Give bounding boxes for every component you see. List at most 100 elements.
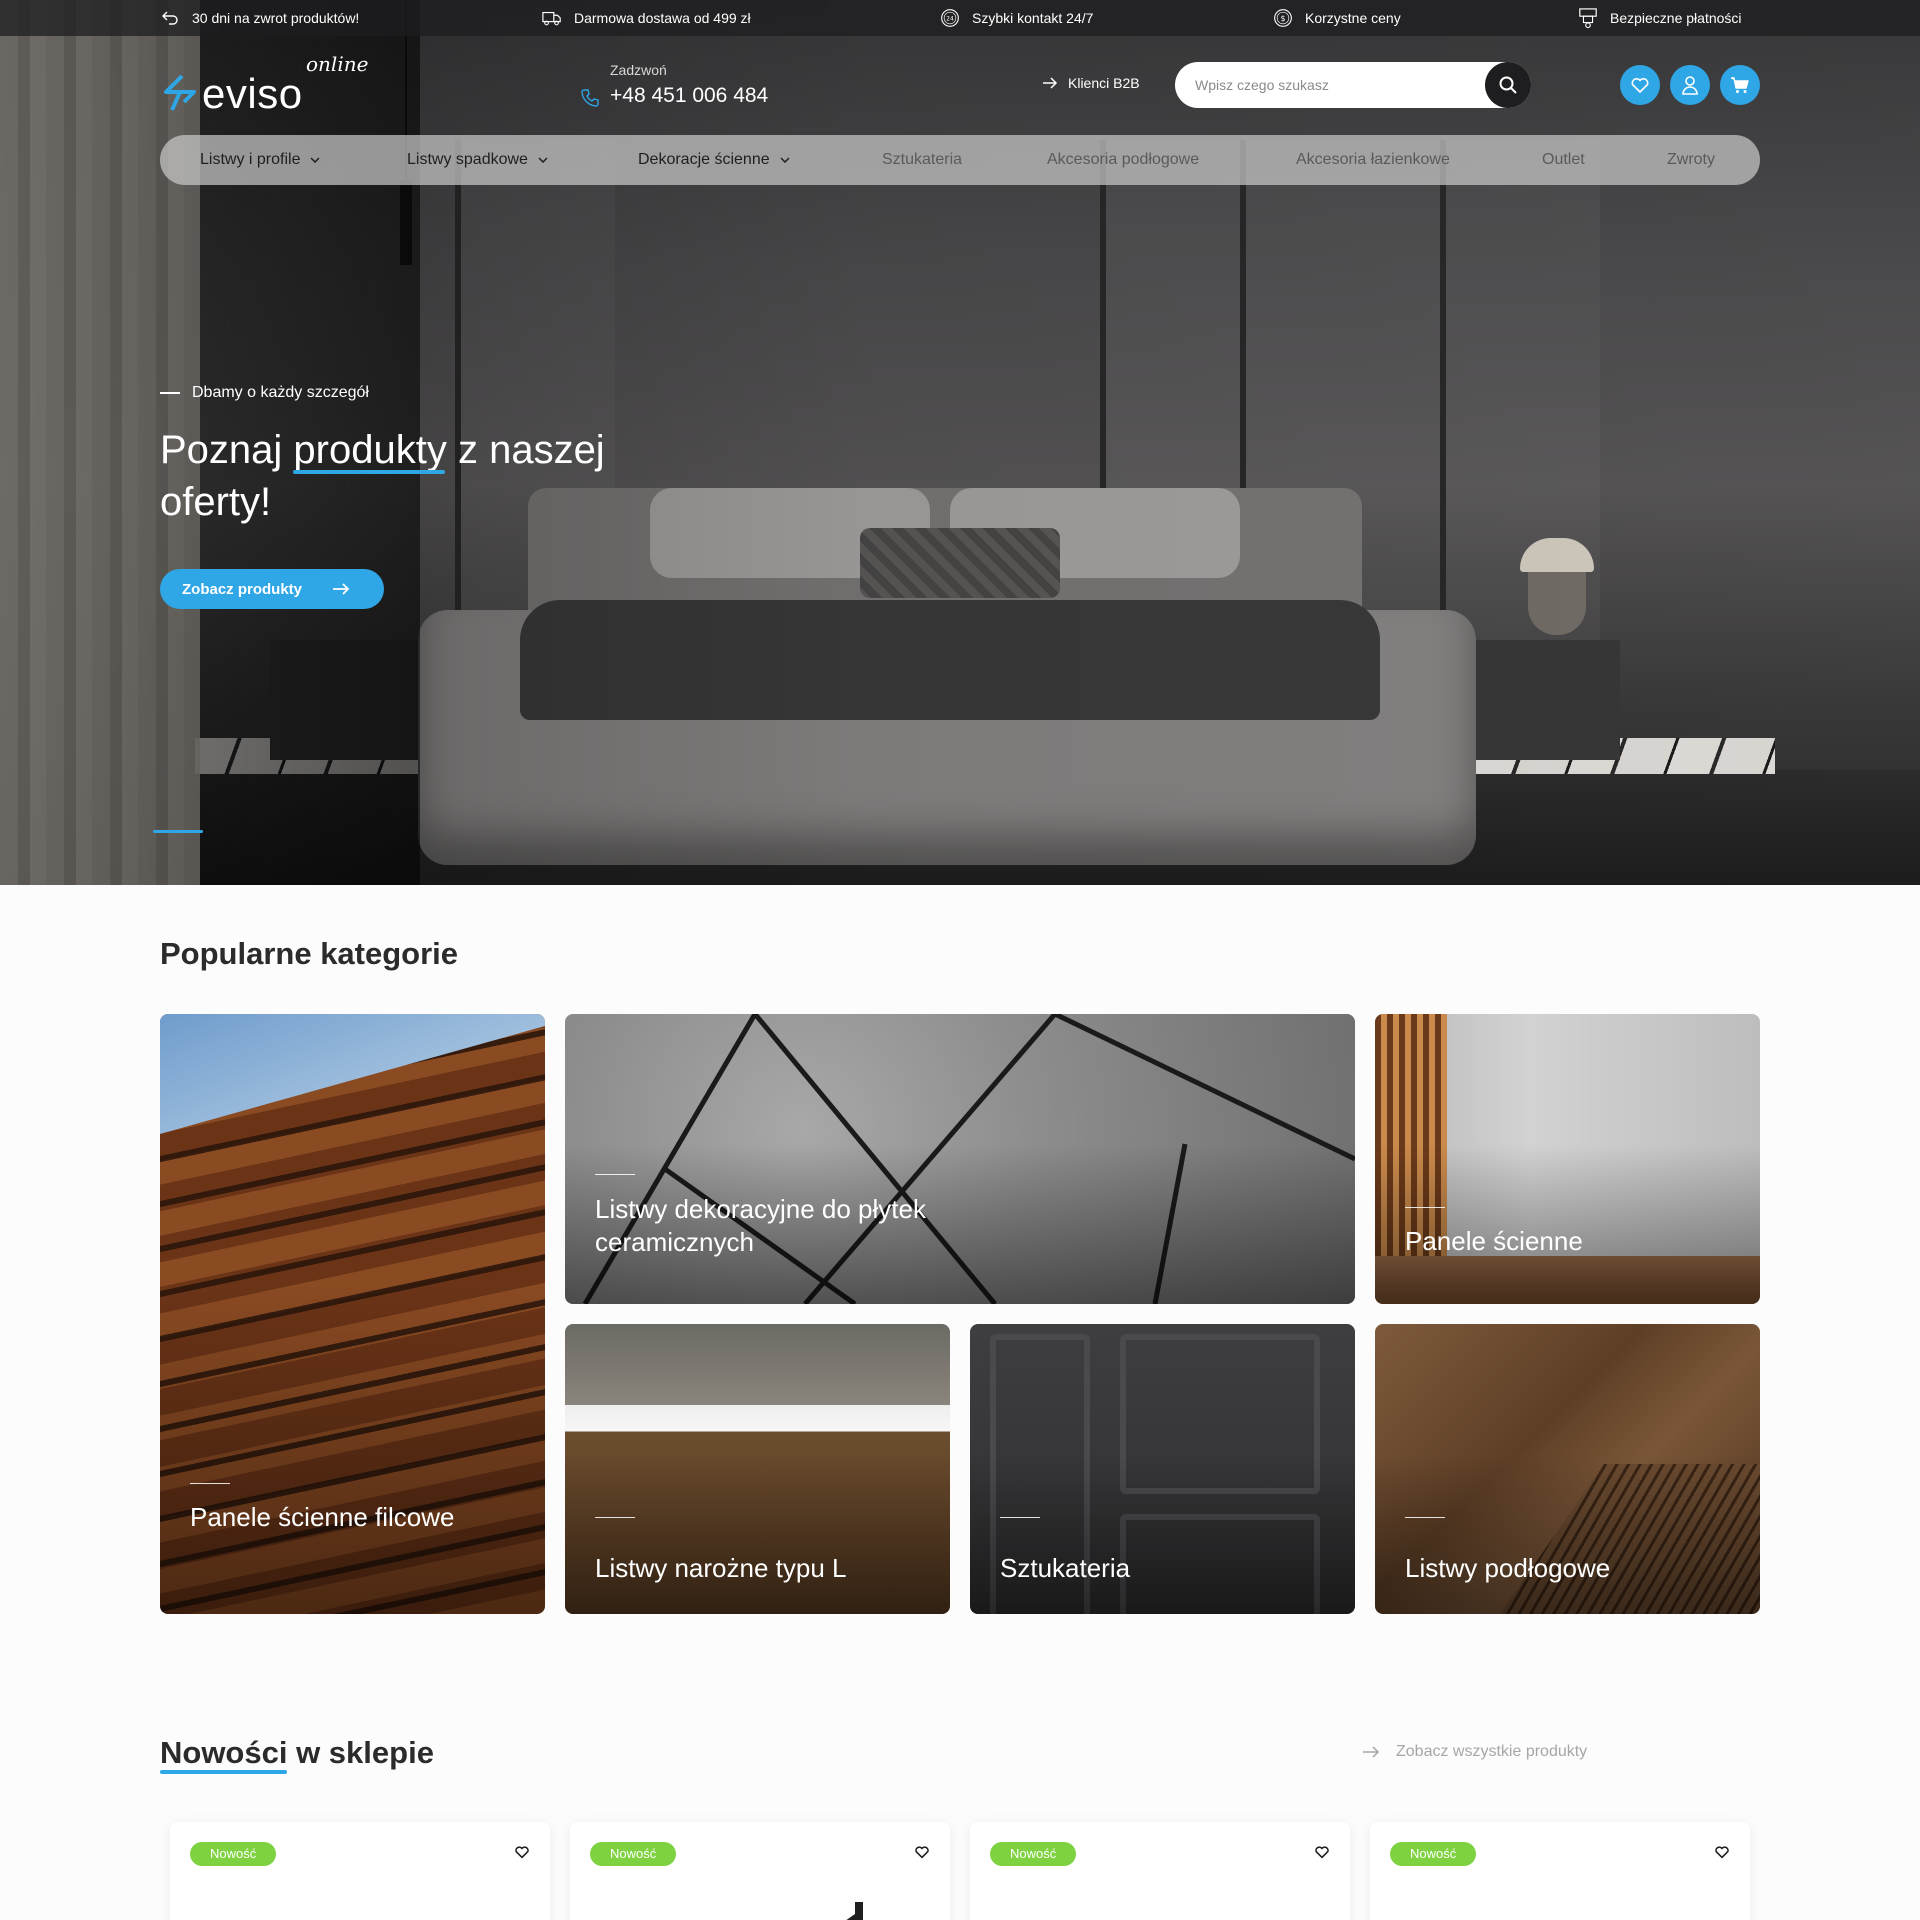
- nav-item-zwroty[interactable]: Zwroty: [1667, 135, 1715, 185]
- category-label: Listwy podłogowe: [1405, 1553, 1611, 1583]
- category-line: [1000, 1517, 1040, 1518]
- nav-item-akcesoria-podlogowe[interactable]: Akcesoria podłogowe: [1047, 135, 1199, 185]
- info-item-delivery: Darmowa dostawa od 499 zł: [542, 0, 751, 36]
- chevron-down-icon: [310, 157, 321, 163]
- nav-item-label: Dekoracje ścienne: [638, 151, 770, 168]
- info-item-label: Szybki kontakt 24/7: [972, 10, 1094, 26]
- phone-label: Zadzwoń: [610, 62, 667, 78]
- heart-icon: [915, 1846, 929, 1859]
- nav-item-listwy-i-profile[interactable]: Listwy i profile: [200, 135, 321, 185]
- main-nav: Listwy i profile Listwy spadkowe Dekorac…: [160, 135, 1760, 185]
- see-all-label: Zobacz wszystkie produkty: [1396, 1743, 1588, 1760]
- category-card-wall-panels[interactable]: Panele ścienne: [1375, 1014, 1760, 1304]
- category-card-felt-panels[interactable]: Panele ścienne filcowe: [160, 1014, 545, 1614]
- nav-item-label: Zwroty: [1667, 151, 1715, 168]
- nav-item-outlet[interactable]: Outlet: [1542, 135, 1585, 185]
- b2b-label: Klienci B2B: [1068, 75, 1140, 91]
- account-button[interactable]: [1670, 65, 1710, 105]
- new-badge: Nowość: [990, 1842, 1077, 1866]
- nav-item-label: Sztukateria: [882, 151, 963, 168]
- coin-icon: $: [1273, 8, 1293, 28]
- category-line: [595, 1517, 635, 1518]
- add-to-wishlist-button[interactable]: [1714, 1844, 1730, 1863]
- heart-icon: [1315, 1846, 1329, 1859]
- category-card-stucco[interactable]: Sztukateria: [970, 1324, 1355, 1614]
- search-box: [1175, 62, 1531, 108]
- new-badge: Nowość: [590, 1842, 677, 1866]
- see-all-products-link[interactable]: Zobacz wszystkie produkty: [1362, 1743, 1587, 1761]
- nav-item-listwy-spadkowe[interactable]: Listwy spadkowe: [407, 135, 548, 185]
- category-label: Panele ścienne: [1405, 1226, 1583, 1256]
- hero-kicker-text: Dbamy o każdy szczegół: [192, 384, 369, 401]
- heart-icon: [515, 1846, 529, 1859]
- svg-text:$: $: [1281, 14, 1286, 23]
- category-card-skirting[interactable]: Listwy podłogowe: [1375, 1324, 1760, 1614]
- product-card[interactable]: Nowość: [970, 1822, 1350, 1920]
- add-to-wishlist-button[interactable]: [1314, 1844, 1330, 1863]
- user-icon: [1682, 76, 1698, 95]
- nav-item-sztukateria[interactable]: Sztukateria: [882, 135, 962, 185]
- truck-icon: [542, 8, 562, 28]
- category-label: Listwy dekoracyjne do płytek ceramicznyc…: [595, 1194, 926, 1257]
- search-input[interactable]: [1195, 62, 1465, 108]
- logo-tagline: online: [306, 52, 369, 76]
- hero-kicker: Dbamy o każdy szczegół: [160, 384, 369, 402]
- logo[interactable]: eviso online: [160, 52, 370, 118]
- info-item-returns: 30 dni na zwrot produktów!: [160, 0, 359, 36]
- category-line: [190, 1483, 230, 1484]
- nav-item-label: Akcesoria podłogowe: [1047, 151, 1200, 168]
- 24h-clock-icon: 24: [940, 8, 960, 28]
- category-line: [1405, 1207, 1445, 1208]
- nav-item-dekoracje-scienne[interactable]: Dekoracje ścienne: [638, 135, 790, 185]
- new-badge: Nowość: [1390, 1842, 1477, 1866]
- chevron-down-icon: [780, 157, 790, 163]
- search-button[interactable]: [1485, 62, 1531, 108]
- category-card-corner-trims[interactable]: Listwy narożne typu L: [565, 1324, 950, 1614]
- logo-mark-icon: [164, 74, 196, 111]
- title-highlight: Nowości: [160, 1735, 288, 1774]
- info-item-label: 30 dni na zwrot produktów!: [192, 10, 360, 26]
- phone-icon: [580, 88, 600, 112]
- add-to-wishlist-button[interactable]: [514, 1844, 530, 1863]
- category-shade: [565, 1014, 1355, 1304]
- see-products-button[interactable]: Zobacz produkty: [160, 569, 384, 609]
- info-item-prices: $ Korzystne ceny: [1273, 0, 1401, 36]
- nav-item-akcesoria-lazienkowe[interactable]: Akcesoria łazienkowe: [1296, 135, 1450, 185]
- secure-payment-icon: [1578, 8, 1598, 29]
- svg-text:24: 24: [946, 17, 954, 23]
- hero-title-highlight: produkty: [293, 424, 447, 476]
- heart-icon: [1715, 1846, 1729, 1859]
- arrow-right-icon: [1043, 77, 1058, 89]
- b2b-link[interactable]: Klienci B2B: [1042, 75, 1140, 91]
- categories-title: Popularne kategorie: [160, 936, 459, 971]
- product-card[interactable]: Nowość: [170, 1822, 550, 1920]
- cart-button[interactable]: [1720, 65, 1760, 105]
- product-card[interactable]: Nowość: [570, 1822, 950, 1920]
- info-bar: 30 dni na zwrot produktów! Darmowa dosta…: [0, 0, 1920, 36]
- category-label: Panele ścienne filcowe: [190, 1502, 455, 1532]
- chevron-down-icon: [538, 157, 548, 163]
- wishlist-button[interactable]: [1620, 65, 1660, 105]
- nav-item-label: Akcesoria łazienkowe: [1296, 151, 1450, 168]
- category-label: Sztukateria: [1000, 1553, 1131, 1583]
- nav-item-label: Listwy i profile: [200, 151, 301, 168]
- info-item-contact: 24 Szybki kontakt 24/7: [940, 0, 1093, 36]
- return-arrow-icon: [160, 8, 180, 28]
- product-card[interactable]: Nowość: [1370, 1822, 1750, 1920]
- info-item-label: Darmowa dostawa od 499 zł: [574, 10, 751, 26]
- new-badge: Nowość: [190, 1842, 277, 1866]
- nav-item-label: Outlet: [1542, 151, 1585, 168]
- hero-title-part: Poznaj: [160, 428, 294, 472]
- phone-number-link[interactable]: +48 451 006 484: [610, 84, 768, 108]
- info-item-payments: Bezpieczne płatności: [1578, 0, 1742, 36]
- new-products-title: Nowości w sklepie: [160, 1735, 434, 1774]
- category-shade: [1375, 1014, 1760, 1304]
- title-rest: w sklepie: [287, 1735, 434, 1770]
- logo-text: eviso: [202, 70, 303, 117]
- add-to-wishlist-button[interactable]: [914, 1844, 930, 1863]
- category-card-tile-trims[interactable]: Listwy dekoracyjne do płytek ceramicznyc…: [565, 1014, 1355, 1304]
- info-item-label: Korzystne ceny: [1305, 10, 1401, 26]
- cta-label: Zobacz produkty: [182, 580, 303, 598]
- category-line: [595, 1174, 635, 1175]
- slider-indicator[interactable]: [153, 830, 203, 833]
